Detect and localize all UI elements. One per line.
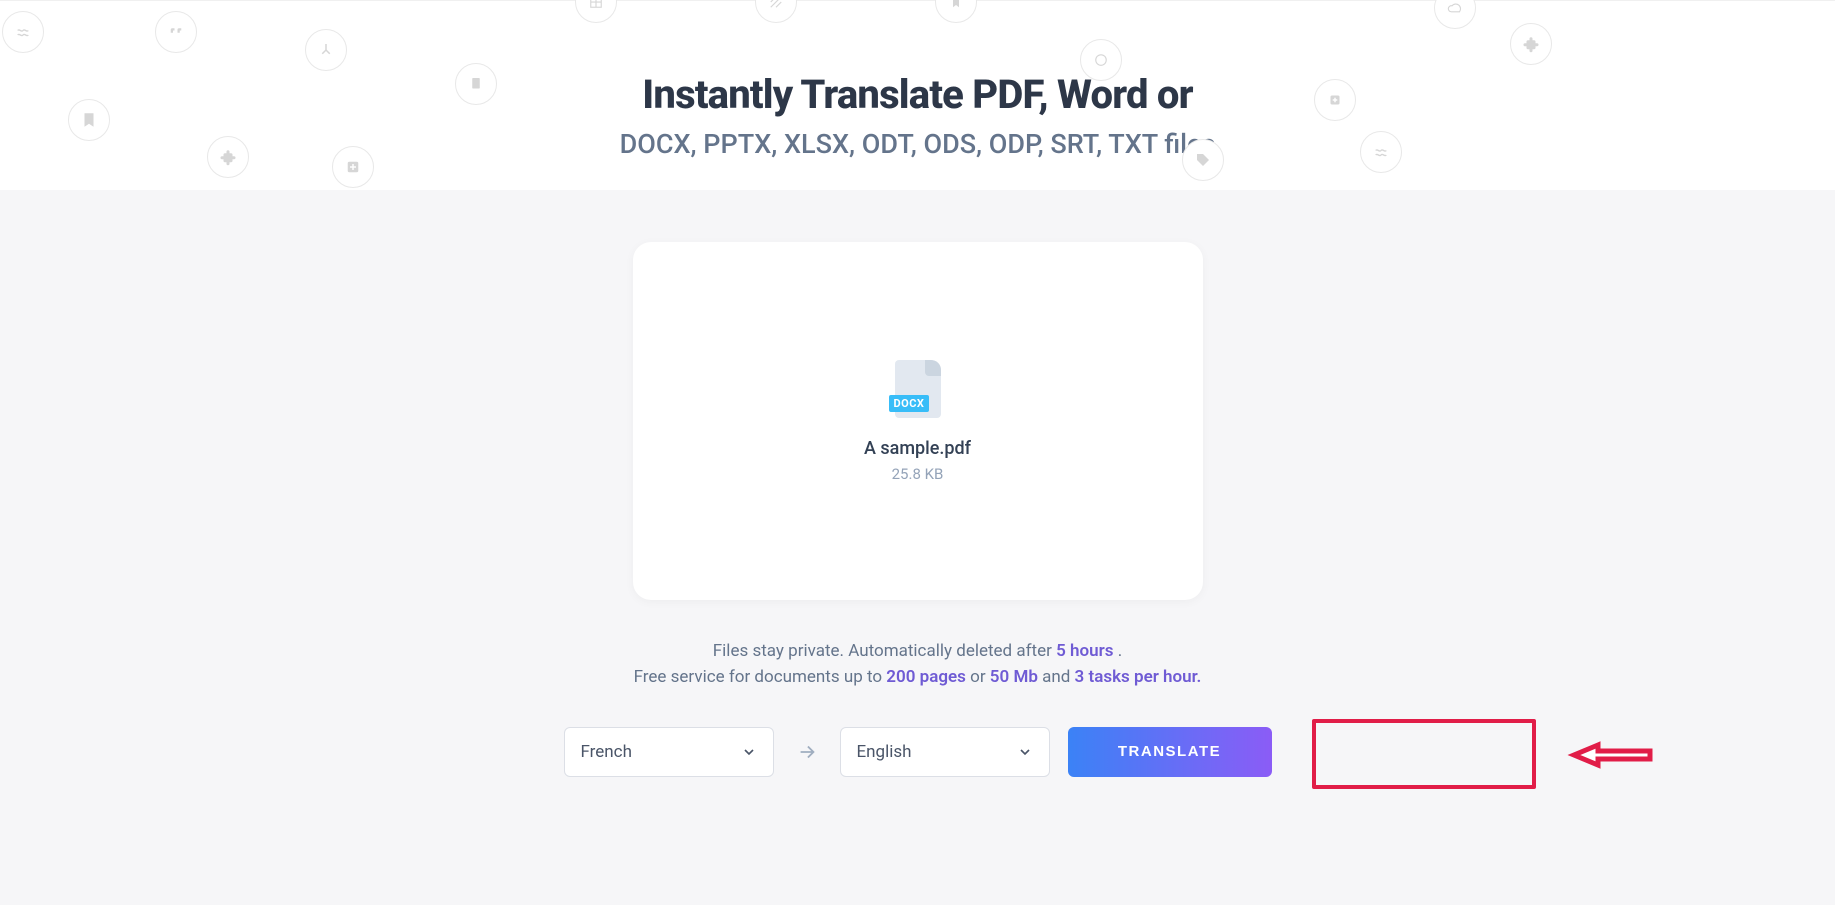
quote-icon <box>155 11 197 53</box>
info-text: Files stay private. Automatically delete… <box>634 638 1202 691</box>
info-line1-prefix: Files stay private. Automatically delete… <box>713 641 1056 661</box>
chevron-down-icon <box>741 744 757 760</box>
wave2-icon <box>2 11 44 53</box>
to-language-select[interactable]: English <box>840 727 1050 777</box>
info-pages: 200 pages <box>886 667 966 687</box>
plus-square-icon <box>332 146 374 188</box>
puzzle2-icon <box>1510 23 1552 65</box>
add-square-icon <box>1314 79 1356 121</box>
cloud-icon <box>1434 0 1476 29</box>
info-line1-suffix: . <box>1113 641 1122 661</box>
upload-card[interactable]: DOCX A sample.pdf 25.8 KB <box>633 242 1203 600</box>
puzzle-icon <box>207 136 249 178</box>
translate-button[interactable]: TRANSLATE <box>1068 727 1272 777</box>
file-icon: DOCX <box>895 360 941 418</box>
file-size: 25.8 KB <box>892 465 944 483</box>
page-subtitle: DOCX, PPTX, XLSX, ODT, ODS, ODP, SRT, TX… <box>620 128 1216 160</box>
wave-icon <box>1360 131 1402 173</box>
to-language-value: English <box>857 742 912 762</box>
annotation-highlight-box <box>1312 719 1536 789</box>
info-retention: 5 hours <box>1056 641 1113 661</box>
hatch-icon <box>755 0 797 23</box>
doc-delete-icon <box>455 63 497 105</box>
annotation-arrow-icon <box>1564 729 1660 781</box>
info-line2-mid2: and <box>1038 667 1075 687</box>
bookmark-small-icon <box>935 0 977 23</box>
info-size: 50 Mb <box>990 667 1038 687</box>
from-language-value: French <box>581 742 632 762</box>
info-line2-prefix: Free service for documents up to <box>634 667 887 687</box>
from-language-select[interactable]: French <box>564 727 774 777</box>
hero-section: Instantly Translate PDF, Word or DOCX, P… <box>0 0 1835 190</box>
merge-icon <box>305 29 347 71</box>
bookmark-icon <box>68 99 110 141</box>
file-name: A sample.pdf <box>864 438 971 459</box>
info-line2-mid1: or <box>966 667 990 687</box>
circle-icon <box>1080 39 1122 81</box>
workspace: DOCX A sample.pdf 25.8 KB Files stay pri… <box>0 190 1835 905</box>
grid-icon <box>575 0 617 23</box>
chevron-down-icon <box>1017 744 1033 760</box>
tag-icon <box>1182 139 1224 181</box>
arrow-right-icon <box>792 741 822 763</box>
controls-row: French English TRANSLATE <box>564 727 1272 777</box>
info-rate: 3 tasks per hour. <box>1075 667 1202 687</box>
file-type-badge: DOCX <box>889 395 930 412</box>
